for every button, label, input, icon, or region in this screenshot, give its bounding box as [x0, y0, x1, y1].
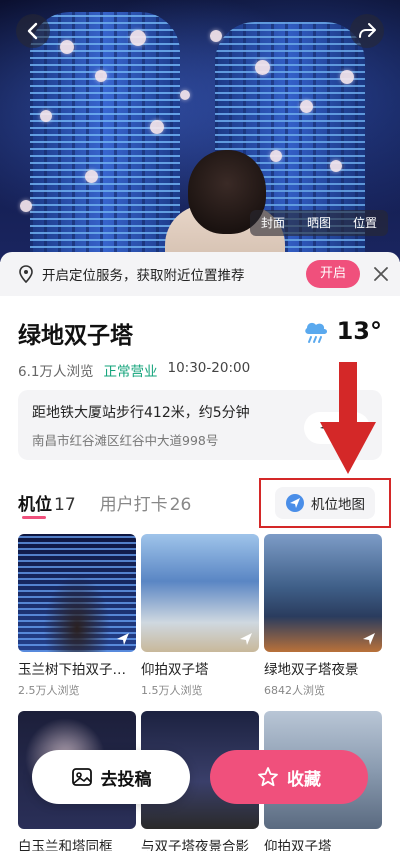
location-permission-banner: 开启定位服务，获取附近位置推荐 开启 [0, 252, 400, 296]
navigation-arrow-icon [363, 633, 375, 645]
location-banner-text: 开启定位服务，获取附近位置推荐 [42, 268, 245, 284]
weather-widget: 13° [301, 316, 382, 346]
tab-spots-count: 17 [54, 495, 76, 515]
enable-location-button[interactable]: 开启 [305, 260, 360, 288]
blossom [40, 110, 52, 122]
share-button[interactable] [350, 14, 384, 48]
spot-title: 与双子塔夜景合影 [141, 839, 249, 851]
tab-spots-label: 机位 [18, 495, 52, 515]
submit-post-button[interactable]: 去投稿 [32, 750, 190, 804]
spot-map-label: 机位地图 [311, 497, 365, 513]
tower-left [30, 12, 180, 262]
blossom [85, 170, 98, 183]
blossom [60, 40, 74, 54]
content-tabs: 机位 17 用户打卡 26 [18, 490, 191, 515]
share-icon [359, 23, 376, 38]
spot-card[interactable]: 绿地双子塔夜景 6842人浏览 [264, 534, 382, 698]
view-count: 6.1万人浏览 [18, 364, 94, 380]
spot-image [264, 534, 382, 652]
place-meta: 6.1万人浏览 正常营业 10:30-20:00 [18, 360, 250, 380]
blossom [180, 90, 190, 100]
star-icon [258, 767, 278, 787]
blossom [95, 70, 107, 82]
blossom [150, 120, 164, 134]
business-hours: 10:30-20:00 [167, 360, 251, 376]
hero-tab-bar: 封面 晒图 位置 [249, 210, 388, 236]
active-tab-indicator [22, 516, 46, 519]
spot-image [141, 534, 259, 652]
blossom [255, 60, 270, 75]
spot-map-button[interactable]: 机位地图 [275, 487, 375, 519]
spot-title: 绿地双子塔夜景 [264, 662, 359, 678]
business-status: 正常营业 [103, 364, 158, 380]
spot-title: 白玉兰和塔同框 [18, 839, 113, 851]
spot-title: 玉兰树下拍双子… [18, 662, 126, 678]
spot-card[interactable]: 仰拍双子塔 1.5万人浏览 [141, 534, 259, 698]
submit-post-label: 去投稿 [100, 769, 152, 790]
spot-views: 2.5万人浏览 [18, 684, 80, 697]
blossom [300, 100, 313, 113]
blossom [210, 30, 222, 42]
close-icon[interactable] [374, 267, 388, 281]
hero-tab-location[interactable]: 位置 [342, 210, 388, 236]
navigation-arrow-icon [240, 633, 252, 645]
annotation-highlight-box: 机位地图 [259, 478, 391, 528]
map-icon [286, 494, 304, 512]
temperature: 13° [336, 317, 382, 345]
tab-checkins-label: 用户打卡 [99, 495, 168, 515]
spot-image [18, 534, 136, 652]
hero-image[interactable]: 封面 晒图 位置 [0, 0, 400, 262]
hero-tab-cover[interactable]: 封面 [250, 210, 296, 236]
navigation-arrow-icon [117, 633, 129, 645]
chevron-left-icon [27, 22, 38, 40]
location-pin-icon [19, 265, 33, 283]
spot-views: 1.5万人浏览 [141, 684, 203, 697]
image-upload-icon [71, 768, 92, 786]
annotation-arrow [320, 362, 376, 474]
favorite-button[interactable]: 收藏 [210, 750, 368, 804]
tab-checkins[interactable]: 用户打卡 26 [100, 490, 192, 515]
tab-checkins-count: 26 [169, 495, 192, 515]
blossom [330, 160, 342, 172]
spot-title: 仰拍双子塔 [141, 662, 209, 678]
blossom [270, 150, 282, 162]
blossom [340, 70, 354, 84]
spot-card[interactable]: 玉兰树下拍双子… 2.5万人浏览 [18, 534, 136, 698]
page-title: 绿地双子塔 [18, 323, 133, 349]
favorite-label: 收藏 [287, 769, 321, 790]
hero-tab-photos[interactable]: 晒图 [296, 210, 342, 236]
spot-views: 6842人浏览 [264, 684, 325, 697]
tab-spots[interactable]: 机位 17 [18, 490, 76, 515]
back-button[interactable] [16, 14, 50, 48]
spot-title: 仰拍双子塔 [264, 839, 332, 851]
blossom [130, 30, 146, 46]
blossom [20, 200, 32, 212]
rain-cloud-icon [304, 322, 327, 343]
